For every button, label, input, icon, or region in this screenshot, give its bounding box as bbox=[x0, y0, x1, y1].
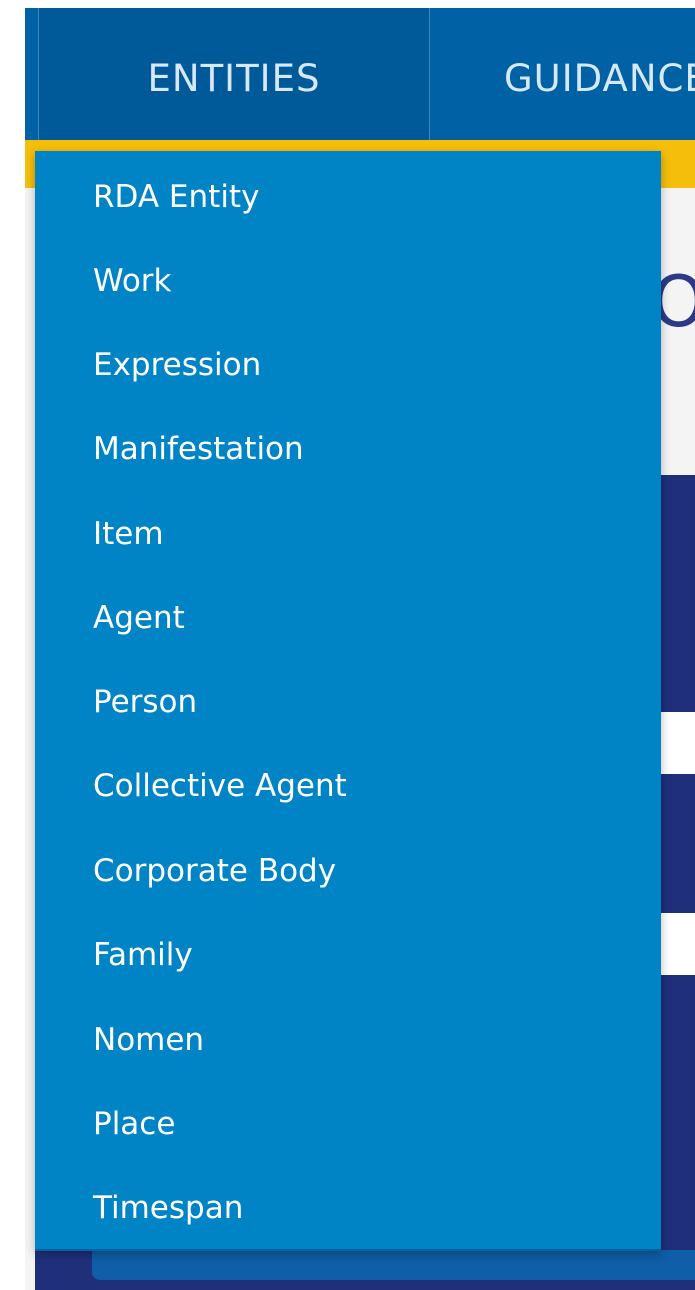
menu-item-family[interactable]: Family bbox=[35, 912, 661, 997]
menu-item-place[interactable]: Place bbox=[35, 1081, 661, 1166]
nav-tab-entities[interactable]: ENTITIES bbox=[38, 8, 430, 148]
content-bottom-bar bbox=[92, 1250, 695, 1280]
nav-tab-guidance[interactable]: GUIDANCE bbox=[430, 8, 695, 148]
menu-item-work[interactable]: Work bbox=[35, 238, 661, 323]
menu-item-manifestation[interactable]: Manifestation bbox=[35, 406, 661, 491]
menu-item-agent[interactable]: Agent bbox=[35, 575, 661, 660]
entities-dropdown-menu: RDA Entity Work Expression Manifestation… bbox=[35, 151, 661, 1251]
menu-item-rda-entity[interactable]: RDA Entity bbox=[35, 154, 661, 239]
menu-item-corporate-body[interactable]: Corporate Body bbox=[35, 828, 661, 913]
menu-item-item[interactable]: Item bbox=[35, 491, 661, 576]
main-navbar: ENTITIES GUIDANCE bbox=[25, 8, 695, 148]
menu-item-timespan[interactable]: Timespan bbox=[35, 1165, 661, 1250]
menu-item-person[interactable]: Person bbox=[35, 659, 661, 744]
menu-item-nomen[interactable]: Nomen bbox=[35, 997, 661, 1082]
menu-item-collective-agent[interactable]: Collective Agent bbox=[35, 743, 661, 828]
menu-item-expression[interactable]: Expression bbox=[35, 322, 661, 407]
